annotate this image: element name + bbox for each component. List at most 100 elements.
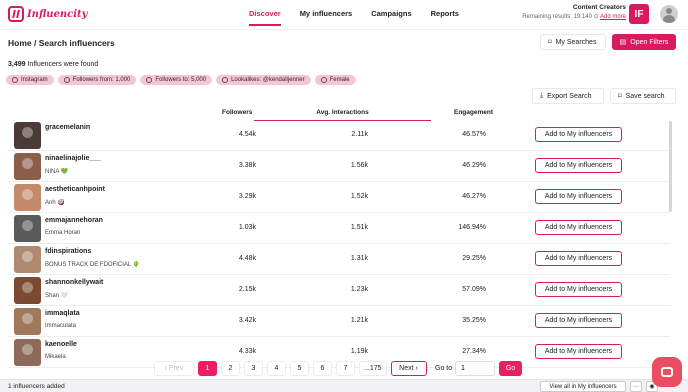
user-avatar[interactable]	[660, 5, 678, 23]
clock-icon: ⊙	[593, 14, 599, 20]
column-engagement[interactable]: Engagement	[454, 109, 493, 116]
filter-chip[interactable]: Female	[314, 75, 356, 85]
filter-chip[interactable]: Instagram	[6, 75, 54, 85]
add-to-my-influencers-button[interactable]: Add to My influencers	[535, 158, 622, 173]
view-all-button[interactable]: View all in My influencers	[540, 381, 626, 392]
add-to-my-influencers-button[interactable]: Add to My influencers	[535, 344, 622, 359]
add-more-link[interactable]: Add more	[600, 14, 626, 20]
save-search-label: Save search	[625, 92, 665, 100]
add-to-my-influencers-button[interactable]: Add to My influencers	[535, 220, 622, 235]
influencer-handle[interactable]: shannonkellywait	[45, 279, 103, 286]
avatar[interactable]	[14, 277, 41, 304]
remaining-results: Remaining results: 19.140 ⊙ Add more	[522, 13, 626, 20]
table-row[interactable]: aestheticanhpoint Anh 🥥 3.29k 1.52k 46.2…	[8, 182, 670, 213]
add-to-my-influencers-button[interactable]: Add to My influencers	[535, 127, 622, 142]
go-button[interactable]: Go	[499, 361, 522, 376]
avatar[interactable]	[14, 122, 41, 149]
engagement-value: 35.25%	[462, 317, 486, 324]
influencer-handle[interactable]: ninaelinajolie___	[45, 155, 101, 162]
bookmark-icon: ⌑	[618, 93, 622, 100]
influencer-handle[interactable]: immaqlata	[45, 310, 80, 317]
export-search-label: Export Search	[547, 92, 592, 100]
engagement-value: 27.34%	[462, 348, 486, 355]
open-filters-button[interactable]: ▤ Open Filters	[612, 34, 676, 50]
influencer-name: Immaculata	[45, 323, 77, 329]
page-button[interactable]: 6	[313, 361, 332, 376]
add-to-my-influencers-button[interactable]: Add to My influencers	[535, 313, 622, 328]
table-row[interactable]: gracemelanin 4.54k 2.11k 46.57% Add to M…	[8, 120, 670, 151]
followers-value: 3.29k	[238, 193, 256, 200]
goto-page-input[interactable]	[455, 361, 495, 376]
avatar[interactable]	[14, 246, 41, 273]
followers-value: 1.03k	[238, 224, 256, 231]
nav-my-influencers[interactable]: My influencers	[300, 9, 353, 26]
instagram-icon	[12, 77, 18, 83]
chat-support-button[interactable]	[652, 357, 682, 387]
account-info: Content Creators Remaining results: 19.1…	[522, 4, 626, 20]
column-followers[interactable]: Followers	[222, 109, 252, 116]
engagement-value: 46.27%	[462, 193, 486, 200]
my-searches-button[interactable]: ⌑ My Searches	[540, 34, 606, 50]
next-page-button[interactable]: Next ›	[390, 361, 427, 376]
filter-chip[interactable]: Followers to: 5,000	[140, 75, 213, 85]
page-button[interactable]: 3	[244, 361, 263, 376]
influencer-handle[interactable]: aestheticanhpoint	[45, 186, 105, 193]
save-search-button[interactable]: ⌑ Save search	[610, 88, 676, 104]
results-count: 3,499 Influencers were found	[8, 61, 98, 68]
avatar[interactable]	[14, 308, 41, 335]
nav-reports[interactable]: Reports	[431, 9, 459, 26]
prev-page-button[interactable]: ‹ Prev	[154, 361, 194, 376]
influencity-logo[interactable]: Influencity	[8, 5, 87, 23]
page-button[interactable]: 5	[290, 361, 309, 376]
avatar[interactable]	[14, 339, 41, 366]
page-button-last[interactable]: ...175	[359, 361, 387, 376]
page-button[interactable]: 2	[221, 361, 240, 376]
logo-mark-icon	[8, 6, 24, 22]
brand-badge[interactable]: IF	[629, 4, 649, 24]
table-row[interactable]: ninaelinajolie___ NINA 💚 3.38k 1.56k 46.…	[8, 151, 670, 182]
download-icon: ⤓	[540, 92, 544, 99]
more-options-icon[interactable]: ···	[630, 381, 642, 392]
engagement-value: 57.09%	[462, 286, 486, 293]
followers-value: 4.33k	[238, 348, 256, 355]
influencers-added-count: 1 influencers added	[8, 383, 65, 390]
avatar[interactable]	[14, 215, 41, 242]
engagement-value: 146.94%	[458, 224, 486, 231]
filter-chip[interactable]: Followers from: 1,000	[57, 75, 137, 85]
export-search-button[interactable]: ⤓ Export Search	[532, 88, 604, 104]
selection-footer: 1 influencers added View all in My influ…	[0, 379, 688, 392]
table-row[interactable]: fdinspirations BONUS TRACK DE FDOFICIAL …	[8, 244, 670, 275]
breadcrumb: Home / Search influencers	[8, 38, 115, 48]
influencer-name: Anh 🥥	[45, 200, 65, 206]
table-row[interactable]: shannonkellywait Shan 🤍 2.15k 1.23k 57.0…	[8, 275, 670, 306]
page-button[interactable]: 7	[336, 361, 355, 376]
filter-chip[interactable]: Lookalikes: @kendalljenner	[216, 75, 311, 85]
avatar[interactable]	[14, 184, 41, 211]
engagement-value: 46.29%	[462, 162, 486, 169]
page-button[interactable]: 1	[198, 361, 217, 376]
influencer-handle[interactable]: kaenoelle	[45, 341, 77, 348]
add-to-my-influencers-button[interactable]: Add to My influencers	[535, 282, 622, 297]
bookmark-icon: ⌑	[548, 39, 552, 46]
add-to-my-influencers-button[interactable]: Add to My influencers	[535, 251, 622, 266]
interactions-value: 1.56k	[350, 162, 368, 169]
pagination: ‹ Prev 1 2 3 4 5 6 7 ...175 Next ›	[154, 361, 427, 376]
page-button[interactable]: 4	[267, 361, 286, 376]
nav-campaigns[interactable]: Campaigns	[371, 9, 411, 26]
nav-discover[interactable]: Discover	[249, 9, 281, 26]
followers-value: 4.54k	[238, 131, 256, 138]
filter-icon: ▤	[619, 39, 627, 46]
avatar[interactable]	[14, 153, 41, 180]
interactions-value: 2.11k	[351, 131, 368, 138]
influencer-handle[interactable]: fdinspirations	[45, 248, 91, 255]
list-scrollbar[interactable]	[669, 121, 672, 212]
my-searches-label: My Searches	[555, 38, 597, 46]
influencer-handle[interactable]: gracemelanin	[45, 124, 90, 131]
table-row[interactable]: immaqlata Immaculata 3.42k 1.21k 35.25% …	[8, 306, 670, 337]
table-row[interactable]: emmajannehoran Emma Horan 1.03k 1.51k 14…	[8, 213, 670, 244]
user-icon	[320, 77, 327, 83]
followers-value: 3.38k	[238, 162, 256, 169]
add-to-my-influencers-button[interactable]: Add to My influencers	[535, 189, 622, 204]
influencer-handle[interactable]: emmajannehoran	[45, 217, 103, 224]
results-count-label: Influencers were found	[27, 61, 99, 68]
